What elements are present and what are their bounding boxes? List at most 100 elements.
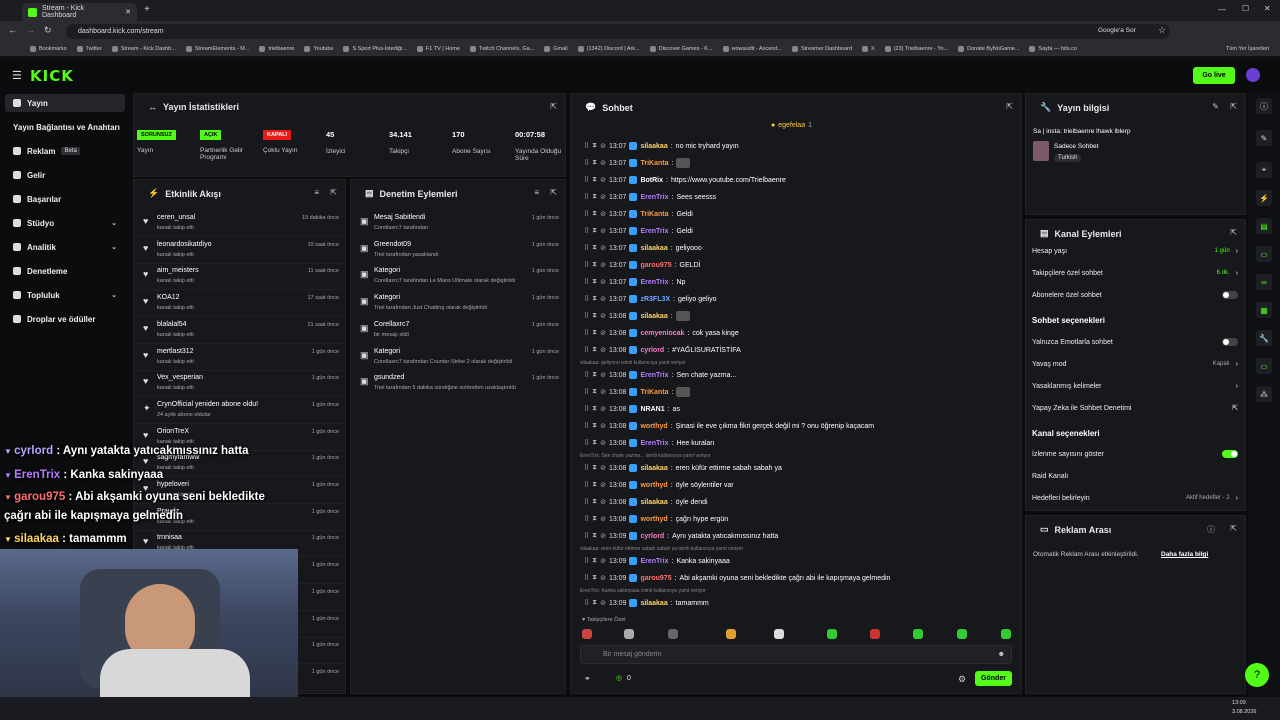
chat-message[interactable]: ⠿ ⧗ ⊘ 13:07 garou975: GELDİ [584,258,1014,272]
chat-message[interactable]: ⠿ ⧗ ⊘ 13:07 TriKanta: Geldi [584,207,1014,221]
chat-username[interactable]: silaakaa [640,499,667,506]
pencil-icon[interactable]: ✎ [1256,130,1272,146]
chat-message[interactable]: ⠿ ⧗ ⊘ 13:08 worthyd: öyle söylentiler var [584,478,1014,492]
filter-icon[interactable]: ≡ [534,188,539,197]
banned-words-row[interactable]: Yasaklanmış kelimeler › [1032,379,1238,393]
emote-button[interactable] [913,629,923,639]
activity-row[interactable]: ♥ KOA12 kanalı takip etti 17 saat önce [134,290,345,318]
bookmark-item[interactable]: Twitter [76,46,102,52]
chat-message[interactable]: ⠿ ⧗ ⊘ 13:07 ErenTrix: Np [584,275,1014,289]
timeout-icon[interactable]: ⧗ [592,498,597,506]
emote-button[interactable] [582,629,592,639]
mod-row[interactable]: ▣ gsundzed Triel tarafından 5 dakika sürel… [351,370,565,397]
timeout-icon[interactable]: ⧗ [592,557,597,565]
chat-username[interactable]: ErenTrix [640,194,668,201]
chat-message[interactable]: ⠿ ⧗ ⊘ 13:07 ErenTrix: Geldi [584,224,1014,238]
ban-icon[interactable]: ⊘ [600,557,606,565]
grid-icon[interactable]: ▦ [1256,302,1272,318]
edit-icon[interactable]: ✎ [1212,102,1219,111]
chat-username[interactable]: NRAN1 [640,406,664,413]
activity-row[interactable]: ♥ ceren_unsal kanalı takip etti 19 dakika ö… [134,210,345,237]
chat-username[interactable]: silaakaa [640,600,667,607]
chat-message[interactable]: ⠿ ⧗ ⊘ 13:09 cyrlord: Aynı yatakta yatıcakmıss… [584,529,1014,543]
ban-icon[interactable]: ⊘ [600,142,606,150]
mod-row[interactable]: ▣ Greendot09 Triel tarafından yasaklandı 1 … [351,237,565,264]
timeout-icon[interactable]: ⧗ [592,227,597,235]
timeout-icon[interactable]: ⧗ [592,346,597,354]
bookmark-item[interactable]: Twitch Channels, Ga... [469,46,534,52]
chat-message[interactable]: ⠿ ⧗ ⊘ 13:08 worthyd: çağrı hype ergün [584,512,1014,526]
activity-row[interactable]: ♥ aim_meisters kanalı takip etti 11 saat ön… [134,263,345,291]
bookmark-item[interactable]: F1 TV | Home [416,46,460,52]
ban-icon[interactable]: ⊘ [600,159,606,167]
crosshair-icon[interactable]: ⌖ [1256,162,1272,178]
raid-row[interactable]: Raid Kanalı [1032,469,1238,483]
activity-row[interactable]: ♥ mertlast312 kanalı takip etti 1 gün önce [134,344,345,371]
chat-input[interactable]: Bir mesaj gönderin ☻ [580,645,1012,664]
close-tab-icon[interactable]: ✕ [125,8,131,16]
ban-icon[interactable]: ⊘ [600,312,606,320]
timeout-icon[interactable]: ⧗ [592,388,597,396]
bookmark-item[interactable]: Youtube [304,46,333,52]
chat-message[interactable]: ⠿ ⧗ ⊘ 13:09 garou975: Abi akşamki oyuna seni … [584,571,1014,585]
chat-message[interactable]: ⠿ ⧗ ⊘ 13:09 ErenTrix: Kanka sakinyaaa [584,554,1014,568]
timeout-icon[interactable]: ⧗ [592,176,597,184]
chat-username[interactable]: cemyeniocak [640,330,684,337]
activity-row[interactable]: ✦ CrynOfficial yeniden abone oldu! 24 aylı… [134,397,345,424]
popout-icon[interactable]: ⇱ [330,188,337,197]
chat-username[interactable]: silaakaa [640,313,667,320]
chat-username[interactable]: worthyd [640,482,667,489]
link-icon[interactable]: ∞ [1256,274,1272,290]
chat-username[interactable]: ErenTrix [640,558,668,565]
timeout-icon[interactable]: ⧗ [592,193,597,201]
chat-username[interactable]: ErenTrix [640,279,668,286]
sidebar-item-7[interactable]: Denetleme [5,262,125,280]
emote-button[interactable] [870,629,880,639]
back-icon[interactable]: ← [8,25,17,35]
forward-icon[interactable]: → [26,25,35,35]
ban-icon[interactable]: ⊘ [600,532,606,540]
minimize-icon[interactable]: — [1218,5,1226,14]
timeout-icon[interactable]: ⧗ [592,574,597,582]
sidebar-item-3[interactable]: Gelir [5,166,125,184]
reload-icon[interactable]: ↻ [44,25,52,36]
bookmark-item[interactable]: Donate ByNoGame... [958,46,1019,52]
ban-icon[interactable]: ⊘ [600,295,606,303]
new-tab-icon[interactable]: + [144,4,150,15]
chat-message[interactable]: ⠿ ⧗ ⊘ 13:08 silaakaa: öyle dendi [584,495,1014,509]
timeout-icon[interactable]: ⧗ [592,371,597,379]
info-icon[interactable]: ⓘ [1207,524,1215,535]
chat-username[interactable]: TriKanta [640,389,668,396]
sidebar-item-1[interactable]: Yayın Bağlantısı ve Anahtarı [5,118,125,136]
timeout-icon[interactable]: ⧗ [592,142,597,150]
emote-button[interactable] [1001,629,1011,639]
timeout-icon[interactable]: ⧗ [592,329,597,337]
ban-icon[interactable]: ⊘ [600,193,606,201]
chat-username[interactable]: worthyd [640,423,667,430]
bookmark-item[interactable]: Gmail [544,46,568,52]
maximize-icon[interactable]: ☐ [1242,4,1249,13]
timeout-icon[interactable]: ⧗ [592,278,597,286]
sidebar-item-4[interactable]: Başarılar [5,190,125,208]
ai-mod-row[interactable]: Yapay Zeka ile Sohbet Denetimi ⇱ [1032,401,1238,415]
chat-username[interactable]: TriKanta [640,160,668,167]
sidebar-item-9[interactable]: Droplar ve ödüller [5,310,125,328]
mod-row[interactable]: ▣ Kategori Corellaxrc7 tarafından Le Mans … [351,263,565,290]
chat-username[interactable]: cyrlord [640,347,664,354]
timeout-icon[interactable]: ⧗ [592,599,597,607]
emote-button[interactable] [624,629,634,639]
settings-gear-icon[interactable]: ⚙ [958,674,966,685]
ban-icon[interactable]: ⊘ [600,371,606,379]
slow-mode-row[interactable]: Yavaş mod Kapalı › [1032,357,1238,371]
shapes-icon[interactable]: ⁂ [1256,386,1272,402]
bookmark-item[interactable]: Discover Games - K... [649,46,713,52]
activity-row[interactable]: ♥ blalalal54 kanalı takip etti 21 saat önce [134,317,345,344]
chat-message[interactable]: ⠿ ⧗ ⊘ 13:08 silaakaa: eren küfür ettirme saba… [584,461,1014,475]
chat-message[interactable]: ⠿ ⧗ ⊘ 13:07 BotRix: https://www.youtube.com/T… [584,173,1014,187]
ban-icon[interactable]: ⊘ [600,574,606,582]
send-button[interactable]: Gönder [975,671,1012,686]
emoji-icon[interactable]: ☻ [998,651,1005,658]
ban-icon[interactable]: ⊘ [600,599,606,607]
popout-icon[interactable]: ⇱ [1006,102,1013,111]
ban-icon[interactable]: ⊘ [600,329,606,337]
